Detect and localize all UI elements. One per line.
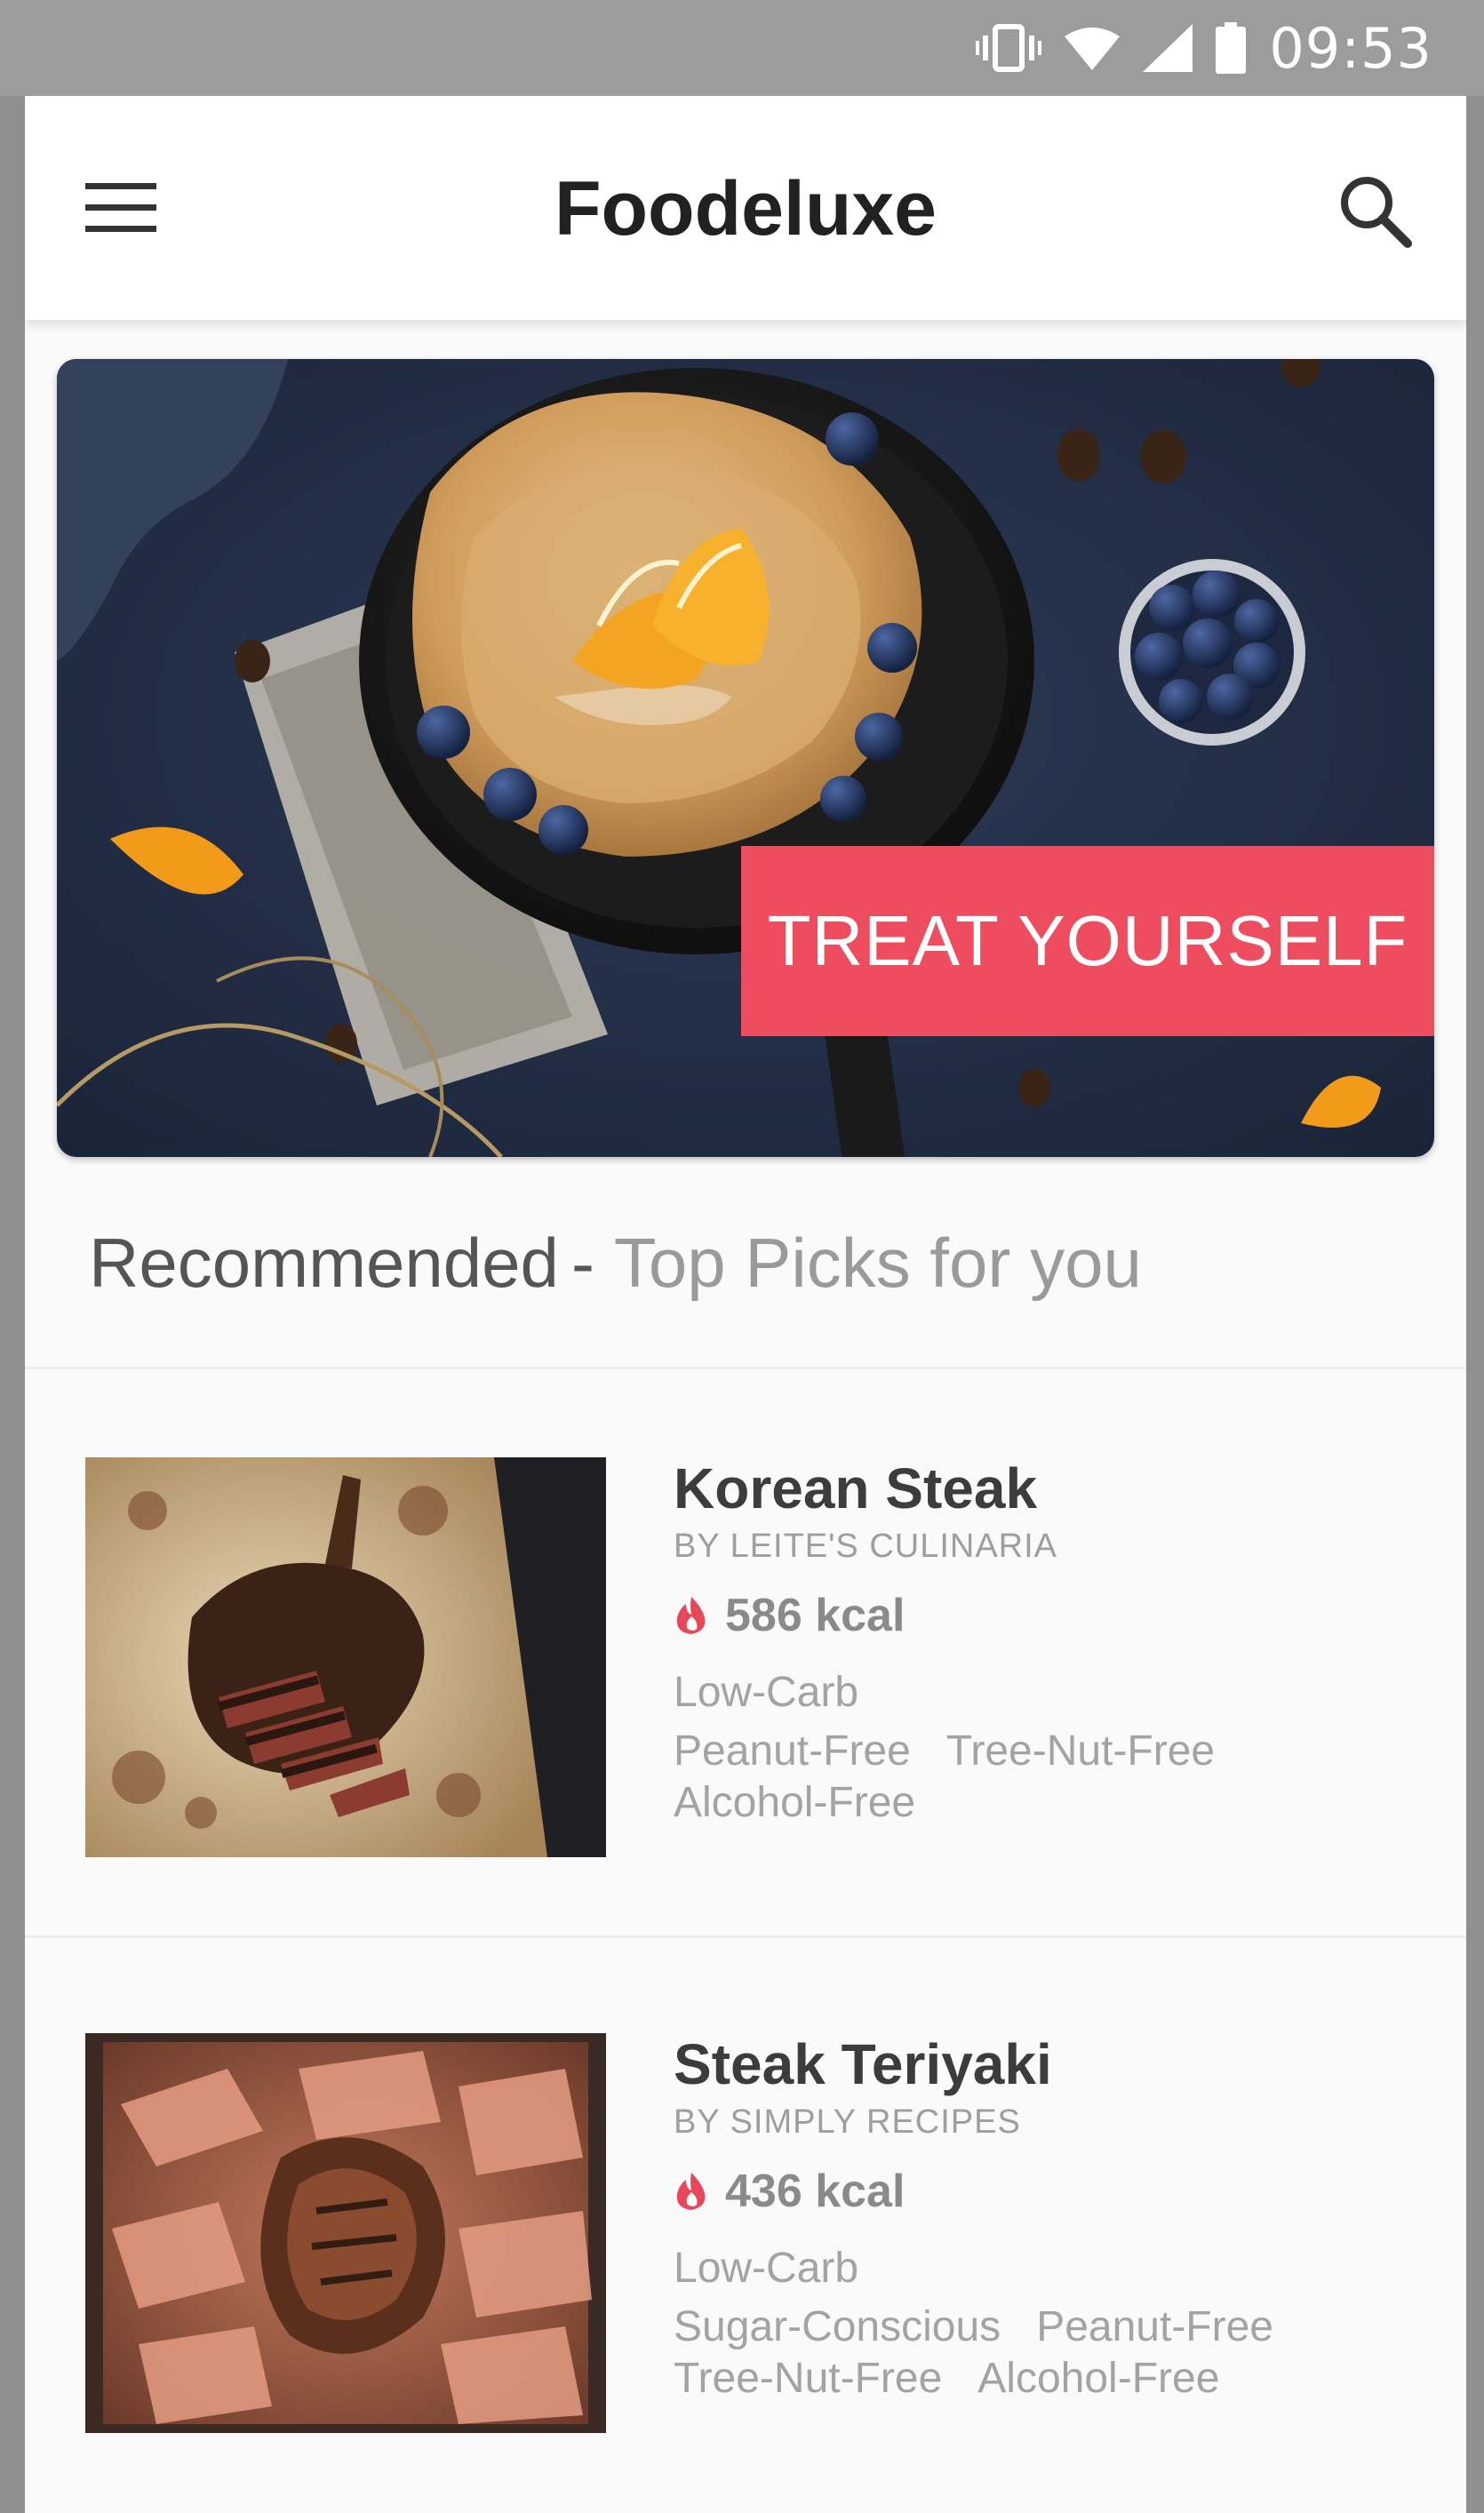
recipe-thumbnail — [85, 2033, 606, 2433]
flame-icon — [676, 1597, 706, 1634]
recipe-tag: Tree-Nut-Free — [945, 1727, 1216, 1775]
recipe-card[interactable]: Korean Steak BY LEITE'S CULINARIA 586 kc… — [25, 1369, 1466, 1938]
hero-badge[interactable]: TREAT YOURSELF — [741, 846, 1434, 1036]
recipe-tag: Low-Carb — [674, 1669, 859, 1716]
recipe-info: Steak Teriyaki BY SIMPLY RECIPES 436 kca… — [674, 2030, 1273, 2405]
signal-icon — [1143, 24, 1193, 72]
recipe-name: Korean Steak — [674, 1456, 1038, 1520]
recipe-name: Steak Teriyaki — [674, 2032, 1052, 2096]
divider — [25, 1935, 1466, 1938]
hero-banner[interactable]: TREAT YOURSELF — [57, 359, 1434, 1157]
app-bar: Foodeluxe — [25, 96, 1466, 320]
recipe-source: BY SIMPLY RECIPES — [674, 2103, 1021, 2141]
recipe-tag: Alcohol-Free — [977, 2355, 1220, 2402]
recipe-tag: Low-Carb — [674, 2245, 859, 2292]
recipe-tags: Low-Carb Peanut-Free Tree-Nut-Free Alcoh… — [674, 1667, 1215, 1829]
section-header: Recommended - Top Picks for you — [89, 1223, 1142, 1304]
wifi-icon — [1065, 26, 1121, 70]
status-icons: 09:53 — [976, 15, 1432, 81]
recipe-tag: Sugar-Conscious — [674, 2303, 1001, 2350]
recipe-kcal-value: 436 kcal — [725, 2166, 906, 2217]
section-subtitle: Top Picks for you — [613, 1224, 1142, 1302]
vibrate-icon — [976, 21, 1042, 75]
recipe-tags: Low-Carb Sugar-Conscious Peanut-Free Tre… — [674, 2243, 1273, 2405]
flame-icon — [676, 2173, 706, 2210]
recipe-card[interactable]: Steak Teriyaki BY SIMPLY RECIPES 436 kca… — [25, 1945, 1466, 2513]
recipe-tag: Tree-Nut-Free — [674, 2355, 943, 2402]
hero-image — [57, 359, 1434, 1157]
recipe-tag: Peanut-Free — [1036, 2303, 1273, 2350]
recipe-thumbnail — [85, 1457, 606, 1857]
battery-icon — [1216, 22, 1247, 74]
recipe-source: BY LEITE'S CULINARIA — [674, 1528, 1058, 1565]
section-title: Recommended — [89, 1224, 559, 1302]
recipe-calories: 436 kcal — [674, 2165, 1273, 2218]
recipe-tag: Alcohol-Free — [674, 1779, 916, 1826]
app-title: Foodeluxe — [554, 166, 937, 251]
recipe-calories: 586 kcal — [674, 1589, 1215, 1642]
section-separator: - — [570, 1224, 594, 1302]
status-bar: 09:53 — [0, 0, 1484, 96]
status-time: 09:53 — [1269, 15, 1432, 81]
search-icon[interactable] — [1336, 172, 1413, 249]
app-screen: Foodeluxe TREAT YOURSELF Recommended - T… — [25, 96, 1466, 2513]
recipe-info: Korean Steak BY LEITE'S CULINARIA 586 kc… — [674, 1455, 1215, 1829]
recipe-kcal-value: 586 kcal — [725, 1590, 906, 1641]
recipe-tag: Peanut-Free — [674, 1727, 911, 1775]
